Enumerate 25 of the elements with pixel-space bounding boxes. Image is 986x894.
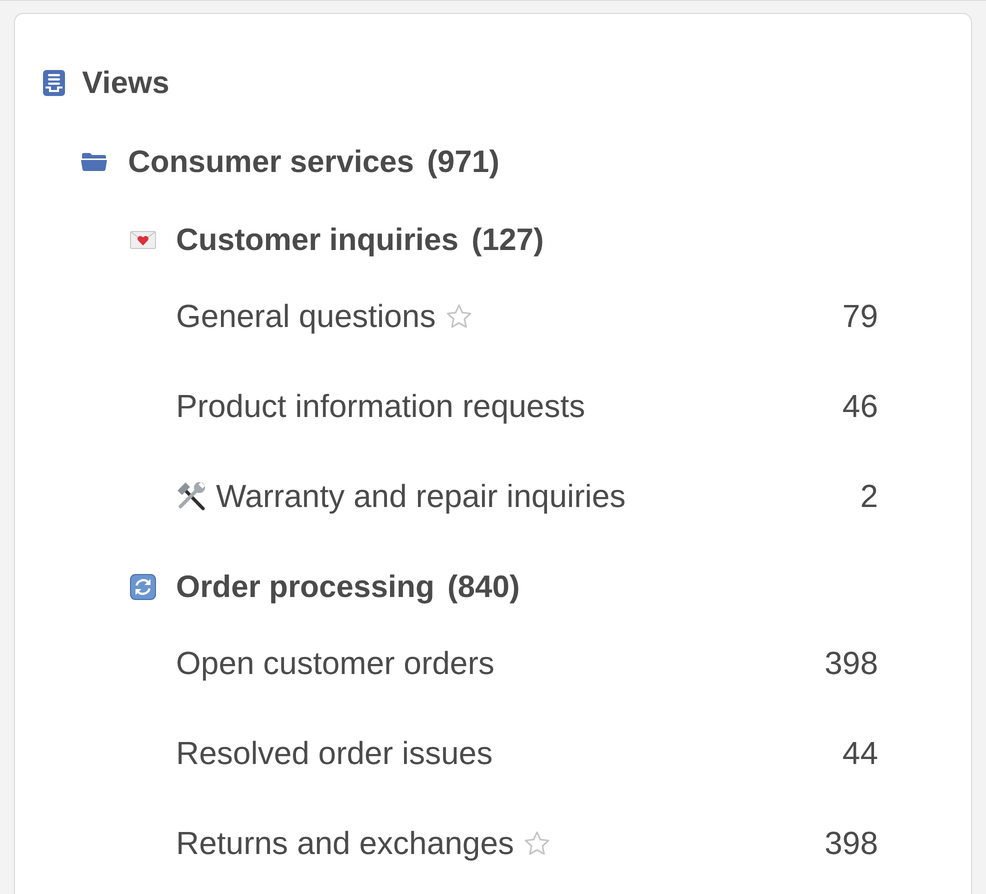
- view-group-name[interactable]: Order processing: [176, 569, 434, 605]
- item-count: 398: [824, 644, 878, 682]
- item-count: 79: [842, 298, 878, 334]
- star-icon[interactable]: [524, 830, 550, 856]
- view-item-link[interactable]: Product information requests: [176, 388, 586, 424]
- inbox-icon: [43, 70, 65, 96]
- view-item-link[interactable]: Warranty and repair inquiries: [216, 478, 626, 514]
- folder-count: (971): [427, 144, 500, 180]
- item-count: 2: [860, 478, 878, 514]
- view-item-link[interactable]: Resolved order issues: [176, 734, 493, 772]
- item-count: 46: [842, 388, 878, 424]
- star-icon[interactable]: [446, 304, 472, 328]
- view-item-link[interactable]: Returns and exchanges: [176, 824, 514, 862]
- folder-icon: [81, 152, 107, 171]
- group-count: (127): [472, 222, 544, 258]
- view-item-link[interactable]: Open customer orders: [176, 644, 494, 682]
- item-count: 44: [842, 734, 878, 772]
- section-title: Views: [82, 64, 170, 100]
- view-item-link[interactable]: General questions: [176, 298, 436, 334]
- item-count: 398: [824, 824, 878, 862]
- hammer-and-wrench-icon: [176, 481, 206, 511]
- folder-name[interactable]: Consumer services: [128, 144, 414, 180]
- circular-arrows-icon: [130, 574, 156, 600]
- group-count: (840): [447, 569, 520, 605]
- view-group-name[interactable]: Customer inquiries: [176, 222, 458, 258]
